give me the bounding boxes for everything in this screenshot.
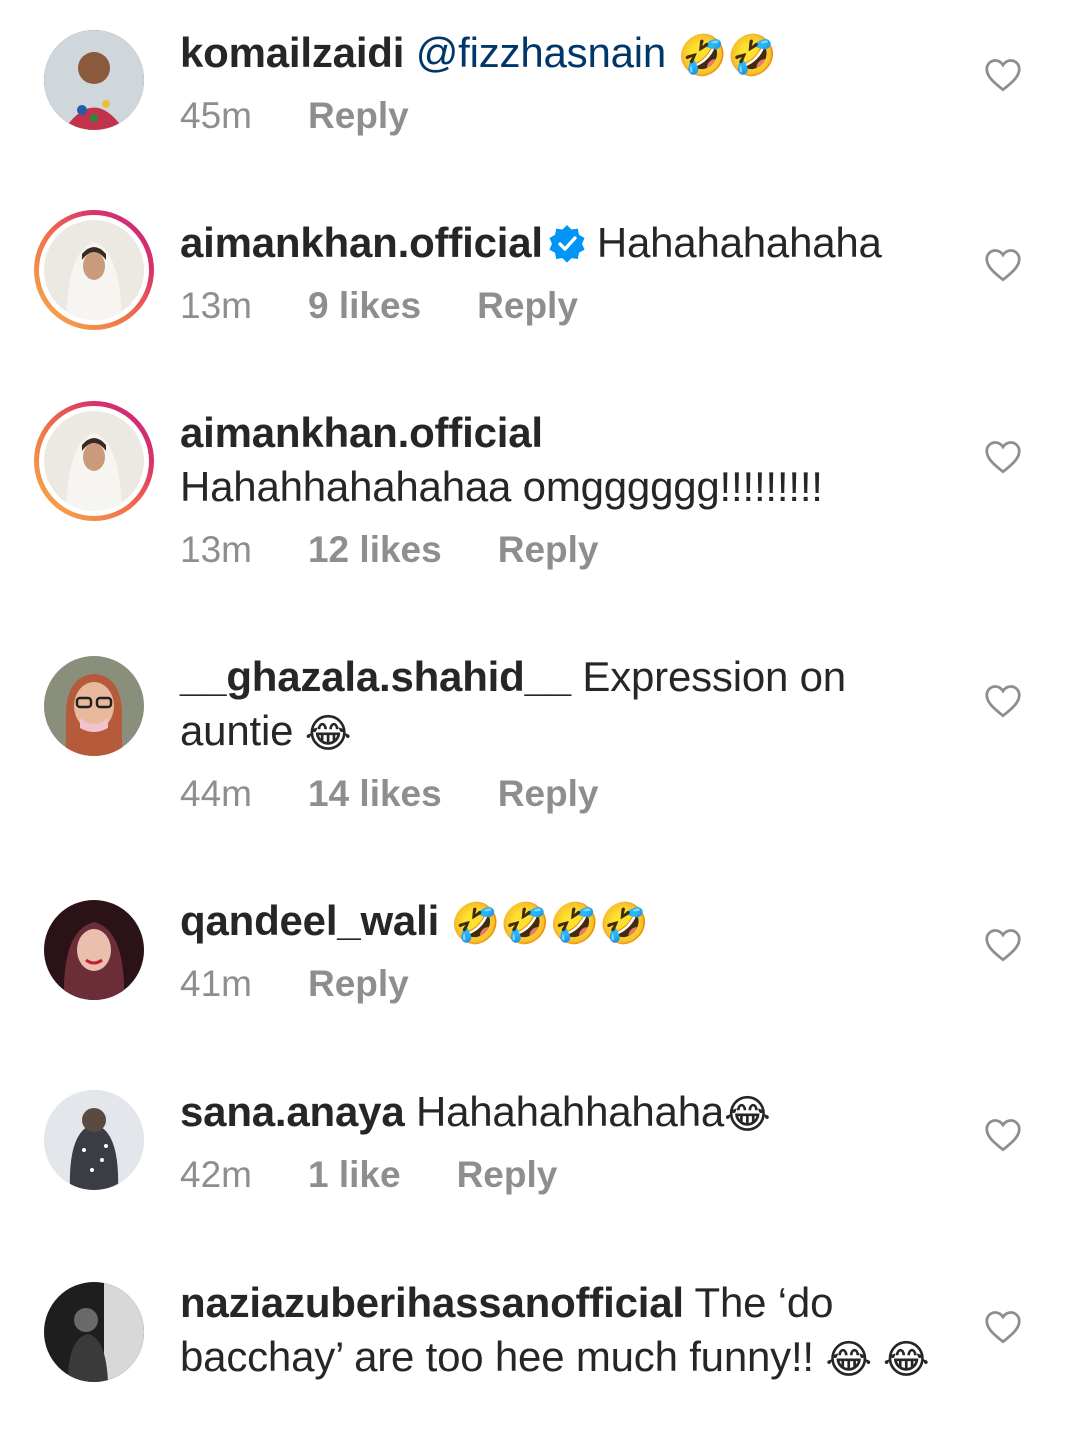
comment-meta: 13m 12 likes Reply xyxy=(180,528,940,572)
comment-emoji: 😂 xyxy=(724,1093,771,1137)
comment-time: 42m xyxy=(180,1154,252,1195)
comment-emoji: 🤣🤣🤣🤣 xyxy=(450,902,650,946)
comment-emoji: 🤣🤣 xyxy=(677,34,777,78)
verified-badge-icon xyxy=(549,225,585,263)
comment-text: aimankhan.official Hahahhahahahaa omgggg… xyxy=(180,406,940,514)
comment-meta: 41m Reply xyxy=(180,962,940,1006)
avatar-photo xyxy=(44,1282,144,1382)
comment-text: __ghazala.shahid__ Expression on auntie … xyxy=(180,650,940,758)
comment-time: 44m xyxy=(180,773,252,814)
comment-emoji: 😂 😂 xyxy=(825,1338,930,1382)
comment-text: naziazuberihassanofficial The ‘do baccha… xyxy=(180,1276,940,1384)
comment-time: 13m xyxy=(180,529,252,570)
comment-mention[interactable]: @fizzhasnain xyxy=(416,29,667,76)
heart-outline-icon[interactable] xyxy=(984,440,1022,474)
heart-outline-icon[interactable] xyxy=(984,928,1022,962)
avatar[interactable] xyxy=(44,900,144,1000)
reply-button[interactable]: Reply xyxy=(477,284,578,328)
comment-username[interactable]: aimankhan.official xyxy=(180,219,543,266)
avatar[interactable] xyxy=(34,210,154,330)
comment-username[interactable]: sana.anaya xyxy=(180,1088,405,1135)
comment-meta: 13m 9 likes Reply xyxy=(180,284,940,328)
avatar-photo xyxy=(44,656,144,756)
comment-username[interactable]: __ghazala.shahid__ xyxy=(180,653,571,700)
comment-body: Hahahahahaha xyxy=(596,219,882,266)
avatar[interactable] xyxy=(34,401,154,521)
comment-username[interactable]: komailzaidi xyxy=(180,29,404,76)
comment-username[interactable]: qandeel_wali xyxy=(180,897,439,944)
avatar-photo xyxy=(44,411,144,511)
avatar-photo xyxy=(44,30,144,130)
comment-text: qandeel_wali 🤣🤣🤣🤣 xyxy=(180,894,940,948)
heart-outline-icon[interactable] xyxy=(984,58,1022,92)
comment-meta: 42m 1 like Reply xyxy=(180,1153,940,1197)
avatar[interactable] xyxy=(44,1090,144,1190)
reply-button[interactable]: Reply xyxy=(498,528,599,572)
comment-time: 13m xyxy=(180,285,252,326)
comment-meta: 45m Reply xyxy=(180,94,940,138)
reply-button[interactable]: Reply xyxy=(308,94,409,138)
comment-body: Hahahahhahaha xyxy=(415,1088,725,1135)
comment-emoji: 😂 xyxy=(304,712,352,756)
avatar[interactable] xyxy=(44,656,144,756)
comment-likes[interactable]: 9 likes xyxy=(308,284,421,328)
avatar-photo xyxy=(44,1090,144,1190)
comment-time: 41m xyxy=(180,963,252,1004)
comment-text: sana.anaya Hahahahhahaha😂 xyxy=(180,1085,940,1139)
reply-button[interactable]: Reply xyxy=(457,1153,558,1197)
avatar-photo xyxy=(44,900,144,1000)
comment-username[interactable]: naziazuberihassanofficial xyxy=(180,1279,684,1326)
comment-text: aimankhan.official Hahahahahaha xyxy=(180,216,940,270)
reply-button[interactable]: Reply xyxy=(308,962,409,1006)
comment-text: komailzaidi @fizzhasnain 🤣🤣 xyxy=(180,26,940,80)
comment-likes[interactable]: 14 likes xyxy=(308,772,442,816)
comment-time: 45m xyxy=(180,95,252,136)
comment-body: Hahahhahahahaa omgggggg!!!!!!!!! xyxy=(180,463,823,510)
heart-outline-icon[interactable] xyxy=(984,248,1022,282)
comment-meta: 44m 14 likes Reply xyxy=(180,772,940,816)
reply-button[interactable]: Reply xyxy=(498,772,599,816)
heart-outline-icon[interactable] xyxy=(984,1310,1022,1344)
avatar[interactable] xyxy=(44,1282,144,1382)
avatar[interactable] xyxy=(44,30,144,130)
comment-likes[interactable]: 12 likes xyxy=(308,528,442,572)
comment-username[interactable]: aimankhan.official xyxy=(180,406,940,460)
heart-outline-icon[interactable] xyxy=(984,1118,1022,1152)
avatar-photo xyxy=(44,220,144,320)
heart-outline-icon[interactable] xyxy=(984,684,1022,718)
comment-likes[interactable]: 1 like xyxy=(308,1153,401,1197)
